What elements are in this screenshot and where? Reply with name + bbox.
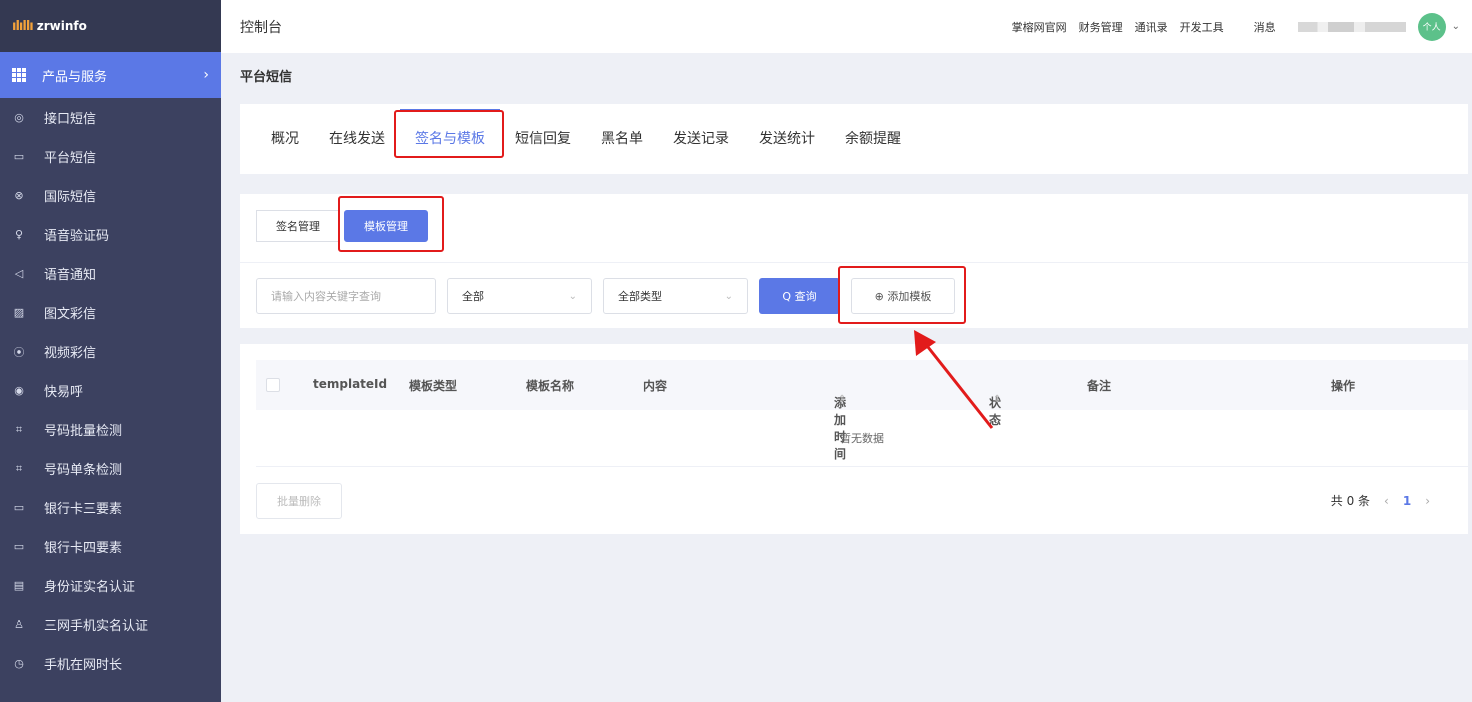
annotation-arrow-shaft xyxy=(922,341,994,429)
annotation-arrow xyxy=(914,330,994,429)
